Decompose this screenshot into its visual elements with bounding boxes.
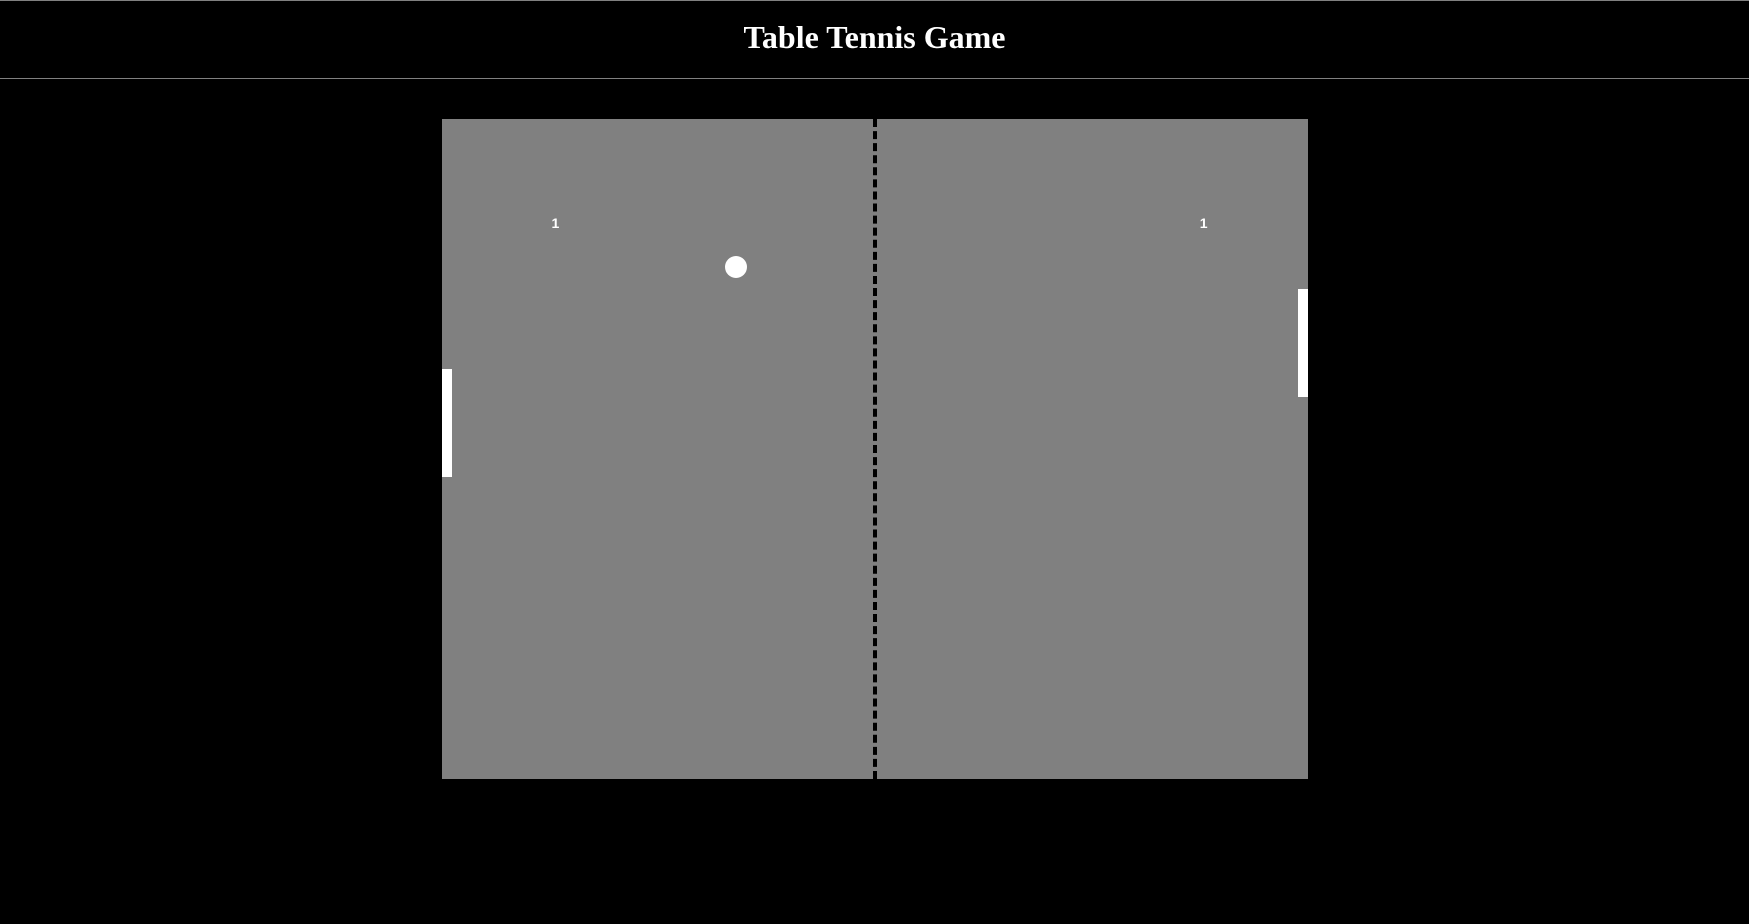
game-board[interactable]: 1 1 [442,119,1308,779]
paddle-left[interactable] [442,369,452,477]
page-wrapper: Table Tennis Game 1 1 [0,0,1749,924]
game-region: 1 1 [0,79,1749,779]
header: Table Tennis Game [0,0,1749,79]
ball [725,256,747,278]
score-left: 1 [552,215,560,231]
page-title: Table Tennis Game [0,19,1749,56]
score-right: 1 [1200,215,1208,231]
center-net [873,119,877,779]
paddle-right[interactable] [1298,289,1308,397]
